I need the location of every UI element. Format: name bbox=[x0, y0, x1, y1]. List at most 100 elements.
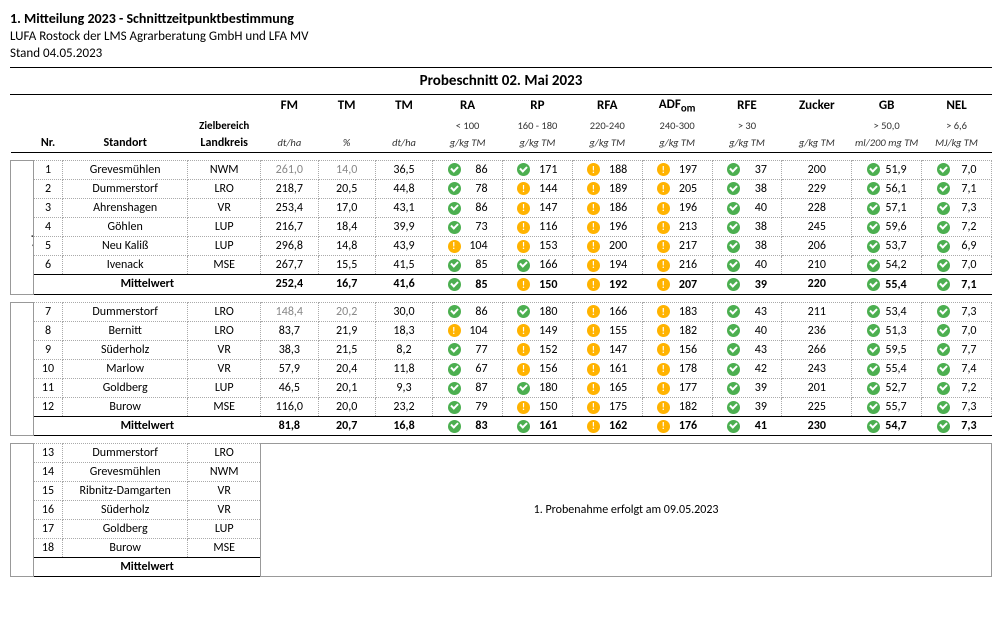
cell-rp: 116 bbox=[503, 218, 573, 237]
warning-icon bbox=[587, 259, 600, 272]
cell-rfa: 155 bbox=[572, 321, 642, 340]
cell-fm: 267,7 bbox=[261, 256, 318, 275]
cell-ra: 104 bbox=[433, 321, 503, 340]
table-title: Probeschnitt 02. Mai 2023 bbox=[10, 68, 992, 94]
cell-tm: 30,0 bbox=[375, 302, 432, 321]
check-icon bbox=[448, 382, 461, 395]
group-label: Ackergras bbox=[11, 160, 34, 294]
cell-zu: 211 bbox=[782, 302, 852, 321]
cell-zu: 210 bbox=[782, 256, 852, 275]
cell-nr: 17 bbox=[33, 520, 62, 539]
header-thresh-row: Zielbereich < 100 160 - 180 220-240 240-… bbox=[11, 117, 992, 134]
col-tmp: TM bbox=[318, 95, 375, 117]
check-icon bbox=[937, 259, 950, 272]
check-icon bbox=[727, 401, 740, 414]
cell-tmp: 20,1 bbox=[318, 379, 375, 398]
check-icon bbox=[448, 343, 461, 356]
check-icon bbox=[937, 221, 950, 234]
cell-rfa: 188 bbox=[572, 160, 642, 179]
check-icon bbox=[517, 259, 530, 272]
cell-rp: 153 bbox=[503, 237, 573, 256]
cell-ra: 86 bbox=[433, 302, 503, 321]
check-icon bbox=[937, 240, 950, 253]
cell-fm: 116,0 bbox=[261, 398, 318, 417]
cell-rfe: 38 bbox=[712, 179, 782, 198]
cell-adf: 213 bbox=[642, 218, 712, 237]
check-icon bbox=[727, 305, 740, 318]
cell-landkreis: LUP bbox=[188, 520, 261, 539]
warning-icon bbox=[587, 182, 600, 195]
cell-ra: 86 bbox=[433, 198, 503, 217]
check-icon bbox=[937, 363, 950, 376]
check-icon bbox=[448, 401, 461, 414]
warning-icon bbox=[587, 420, 600, 433]
group-note: 1. Probenahme erfolgt am 09.05.2023 bbox=[261, 444, 992, 577]
cell-gb: 56,1 bbox=[852, 179, 922, 198]
table-row: 4GöhlenLUP216,718,439,973116196213382455… bbox=[11, 218, 992, 237]
warning-icon bbox=[657, 163, 670, 176]
cell-rfa: 175 bbox=[572, 398, 642, 417]
cell-landkreis: NWM bbox=[188, 160, 261, 179]
cell-standort: Dummerstorf bbox=[63, 444, 188, 463]
cell-landkreis: LUP bbox=[188, 237, 261, 256]
cell-nel: 7,3 bbox=[922, 302, 992, 321]
cell-standort: Ivenack bbox=[63, 256, 188, 275]
check-icon bbox=[727, 163, 740, 176]
check-icon bbox=[727, 182, 740, 195]
check-icon bbox=[517, 382, 530, 395]
col-rfe: RFE bbox=[712, 95, 782, 117]
warning-icon bbox=[448, 240, 461, 253]
cell-rp: 144 bbox=[503, 179, 573, 198]
warning-icon bbox=[587, 240, 600, 253]
cell-fm: 38,3 bbox=[261, 340, 318, 359]
cell-landkreis: LRO bbox=[188, 179, 261, 198]
header-units-row: Nr. Standort Landkreis dt/ha % dt/ha g/k… bbox=[11, 134, 992, 153]
cell-standort: Bernitt bbox=[63, 321, 188, 340]
cell-adf: 183 bbox=[642, 302, 712, 321]
check-icon bbox=[937, 324, 950, 337]
group-label: Dauergrünland auf Niedermoor bbox=[11, 444, 34, 577]
col-tm: TM bbox=[375, 95, 432, 117]
cell-tm: 11,8 bbox=[375, 359, 432, 378]
check-icon bbox=[867, 401, 880, 414]
warning-icon bbox=[517, 343, 530, 356]
cell-gb: 59,6 bbox=[852, 218, 922, 237]
page-title: 1. Mitteilung 2023 - Schnittzeitpunktbes… bbox=[10, 10, 992, 27]
cell-rfa: 165 bbox=[572, 379, 642, 398]
cell-zu: 245 bbox=[782, 218, 852, 237]
mittelwert-row: Mittelwert81,820,716,8831611621764123054… bbox=[11, 417, 992, 436]
cell-rfa: 186 bbox=[572, 198, 642, 217]
cell-tm: 18,3 bbox=[375, 321, 432, 340]
check-icon bbox=[448, 259, 461, 272]
cell-tm: 23,2 bbox=[375, 398, 432, 417]
check-icon bbox=[727, 324, 740, 337]
table-row: Dauergrünland auf Mineralboden7Dummersto… bbox=[11, 302, 992, 321]
cell-standort: Grevesmühlen bbox=[63, 160, 188, 179]
warning-icon bbox=[657, 240, 670, 253]
table-row: Ackergras1GrevesmühlenNWM261,014,036,586… bbox=[11, 160, 992, 179]
cell-nr: 15 bbox=[33, 482, 62, 501]
cell-landkreis: MSE bbox=[188, 398, 261, 417]
warning-icon bbox=[657, 305, 670, 318]
cell-zu: 243 bbox=[782, 359, 852, 378]
cell-rp: 149 bbox=[503, 321, 573, 340]
warning-icon bbox=[657, 382, 670, 395]
cell-tm: 36,5 bbox=[375, 160, 432, 179]
mittelwert-label: Mittelwert bbox=[33, 275, 260, 294]
table-row: 2DummerstorfLRO218,720,544,8781441892053… bbox=[11, 179, 992, 198]
warning-icon bbox=[517, 324, 530, 337]
cell-tm: 43,9 bbox=[375, 237, 432, 256]
cell-nel: 7,3 bbox=[922, 398, 992, 417]
cell-ra: 77 bbox=[433, 340, 503, 359]
cell-tm: 43,1 bbox=[375, 198, 432, 217]
cell-ra: 87 bbox=[433, 379, 503, 398]
header-params-row: FM TM TM RA RP RFA ADFom RFE Zucker GB N… bbox=[11, 95, 992, 117]
cell-fm: 46,5 bbox=[261, 379, 318, 398]
check-icon bbox=[448, 363, 461, 376]
check-icon bbox=[517, 420, 530, 433]
cell-nr: 2 bbox=[33, 179, 62, 198]
cell-nel: 7,0 bbox=[922, 256, 992, 275]
check-icon bbox=[517, 163, 530, 176]
warning-icon bbox=[657, 221, 670, 234]
col-zu: Zucker bbox=[782, 95, 852, 117]
